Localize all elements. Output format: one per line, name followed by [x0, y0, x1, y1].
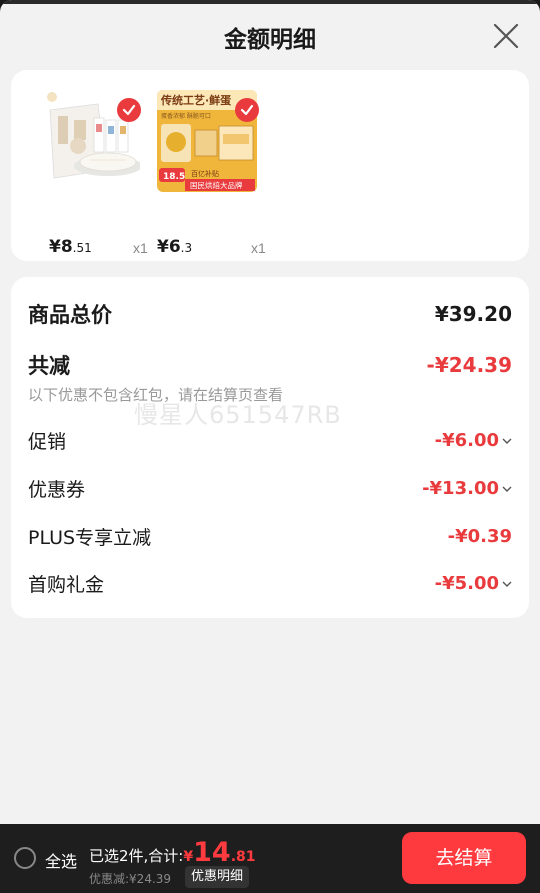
discount-row-first-purchase[interactable]: 首购礼金 -¥5.00 — [28, 570, 512, 597]
reduce-label: 共减 — [28, 354, 70, 378]
watermark: 慢星人651547RB — [134, 401, 342, 429]
product-badge-text: 百亿补贴 — [191, 169, 219, 178]
discount-summary: 优惠减:¥24.39 — [89, 872, 172, 886]
product-price: ¥6.3 — [157, 237, 193, 257]
discount-label: 首购礼金 — [28, 574, 105, 596]
selected-check-icon[interactable] — [117, 98, 141, 122]
discount-label: 优惠券 — [28, 479, 86, 501]
checkout-button[interactable]: 去结算 — [402, 832, 526, 884]
product-qty: x1 — [251, 240, 266, 256]
product-item[interactable]: 传统工艺·鲜蛋 蛋香浓郁 酥脆可口 18.5 百亿补贴 国民烘焙大品牌 ¥6.3… — [157, 90, 267, 257]
product-subtitle: 蛋香浓郁 酥脆可口 — [161, 112, 211, 120]
discount-row-plus: PLUS专享立减 -¥0.39 — [28, 523, 512, 550]
total-row: 商品总价 ¥39.20 — [28, 299, 512, 329]
discount-row-coupon[interactable]: 优惠券 -¥13.00 — [28, 475, 512, 502]
total-currency: ¥ — [183, 849, 194, 865]
select-all-label[interactable]: 全选 — [45, 848, 77, 872]
sheet-title: 金额明细 — [224, 27, 316, 53]
selected-check-icon[interactable] — [235, 98, 259, 122]
product-price: ¥8.51 — [49, 237, 92, 257]
discount-detail-button[interactable]: 优惠明细 — [185, 866, 250, 888]
discount-value: -¥0.39 — [447, 526, 512, 547]
total-integer: 14 — [193, 837, 231, 868]
select-all-radio[interactable] — [14, 847, 36, 869]
sheet-header: 金额明细 — [0, 0, 540, 70]
close-icon[interactable] — [492, 22, 520, 50]
reduce-row: 共减 -¥24.39 — [28, 350, 512, 380]
discount-label: PLUS专享立减 — [28, 527, 152, 549]
amount-detail-sheet: 金额明细 ¥8.51 x1 传统工艺·鲜蛋 蛋香浓郁 酥脆可口 18.5 百亿补… — [0, 0, 540, 824]
product-banner: 国民烘焙大品牌 — [190, 180, 243, 190]
product-badge-num: 18.5 — [163, 172, 185, 182]
total-value: ¥39.20 — [434, 302, 512, 326]
discount-value[interactable]: -¥13.00 — [422, 478, 512, 499]
selected-count-text: 已选2件,合计: — [89, 847, 184, 865]
reduce-value: -¥24.39 — [426, 353, 512, 377]
checkout-bar: 全选 已选2件,合计: ¥ 14 .81 优惠减:¥24.39 优惠明细 去结算 — [0, 824, 540, 893]
total-decimal: .81 — [230, 849, 256, 865]
chevron-down-icon[interactable] — [502, 579, 512, 589]
product-item[interactable]: ¥8.51 x1 — [40, 90, 150, 257]
chevron-down-icon[interactable] — [502, 484, 512, 494]
price-detail-card: 商品总价 ¥39.20 共减 -¥24.39 以下优惠不包含红包，请在结算页查看… — [11, 277, 529, 618]
discount-row-promotion[interactable]: 促销 -¥6.00 — [28, 427, 512, 454]
discount-value[interactable]: -¥5.00 — [435, 573, 512, 594]
discount-label: 促销 — [28, 431, 67, 453]
chevron-down-icon[interactable] — [502, 436, 512, 446]
total-summary: 已选2件,合计: ¥ 14 .81 — [89, 837, 256, 868]
product-qty: x1 — [133, 240, 148, 256]
products-card: ¥8.51 x1 传统工艺·鲜蛋 蛋香浓郁 酥脆可口 18.5 百亿补贴 国民烘… — [11, 70, 529, 261]
product-headline: 传统工艺·鲜蛋 — [160, 93, 232, 107]
discount-value[interactable]: -¥6.00 — [435, 430, 512, 451]
total-label: 商品总价 — [28, 303, 112, 327]
